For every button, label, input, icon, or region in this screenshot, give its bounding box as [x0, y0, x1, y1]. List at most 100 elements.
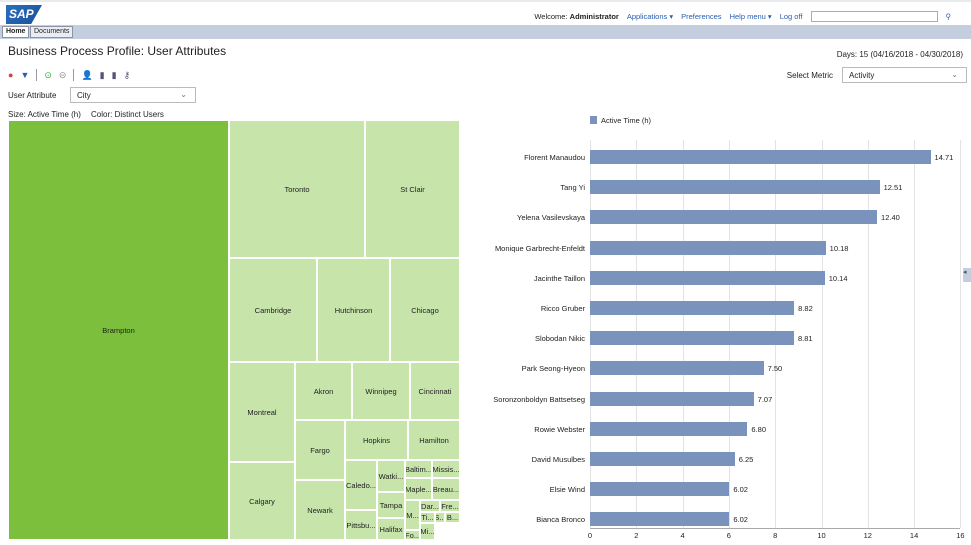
bar[interactable]	[590, 331, 794, 346]
data-label: 14.71	[934, 153, 954, 162]
bar[interactable]	[590, 391, 754, 406]
sap-logo: SAP	[6, 5, 42, 24]
documents-icon[interactable]: ▮	[100, 70, 105, 81]
treemap-cell[interactable]: Fre...	[440, 500, 460, 512]
treemap-cell[interactable]: Watki...	[377, 460, 405, 492]
document-icon[interactable]: ▮	[112, 70, 117, 81]
treemap-cell[interactable]: Mi...	[420, 523, 435, 540]
user-attribute-value: City	[77, 91, 91, 100]
bar[interactable]	[590, 270, 825, 285]
search-icon[interactable]: ⚲	[946, 12, 952, 21]
users-icon[interactable]: 👤	[81, 70, 92, 81]
search-input[interactable]	[810, 11, 938, 22]
data-label: 6.02	[733, 485, 748, 495]
treemap-cell[interactable]: S...	[435, 512, 445, 523]
treemap-cell[interactable]: Brampton	[8, 120, 229, 540]
bar[interactable]	[590, 452, 735, 466]
treemap-cell[interactable]: Hopkins	[345, 420, 408, 460]
header-links: Welcome: Administrator Applications ▾ Pr…	[534, 11, 951, 22]
bar[interactable]	[590, 361, 764, 376]
treemap-cell[interactable]: Montreal	[229, 362, 295, 462]
x-tick-label: 4	[680, 531, 685, 540]
gridline	[867, 140, 869, 528]
category-label: David Musulbes	[531, 455, 585, 464]
key-icon[interactable]: ⚷	[124, 70, 131, 81]
treemap-cell[interactable]: Chicago	[390, 258, 460, 362]
top-header: SAP Welcome: Administrator Applications …	[0, 0, 971, 25]
treemap-cell[interactable]: B...	[445, 512, 460, 523]
treemap-cell[interactable]: Fargo	[295, 420, 345, 480]
treemap-cell[interactable]: Halifax	[377, 518, 405, 540]
data-label: 12.51	[883, 183, 903, 193]
bar[interactable]	[590, 180, 880, 195]
cancel-icon[interactable]: ⊝	[59, 70, 67, 81]
separator	[36, 69, 38, 81]
x-tick-label: 14	[909, 531, 919, 540]
chevron-down-icon: ⌄	[180, 90, 187, 99]
treemap-cell[interactable]: St Clair	[365, 120, 460, 258]
x-tick-label: 0	[587, 531, 593, 540]
user-attribute-dropdown[interactable]: City ⌄	[70, 87, 196, 103]
treemap-cell[interactable]: Fo...	[405, 530, 420, 540]
treemap-cell[interactable]: Missis...	[432, 460, 460, 478]
data-label: 7.50	[767, 364, 783, 374]
collapse-panel-handle[interactable]: ◂	[963, 268, 971, 282]
category-label: Elsie Wind	[549, 485, 585, 495]
user-attribute-label: User Attribute	[8, 91, 57, 100]
data-label: 6.25	[738, 455, 754, 464]
treemap-cell[interactable]: Hutchinson	[317, 258, 390, 362]
bar[interactable]	[590, 421, 748, 436]
data-label: 10.18	[829, 243, 849, 253]
treemap-cell[interactable]: Baltim...	[405, 460, 432, 478]
welcome-label: Welcome:	[534, 12, 568, 21]
treemap-cell[interactable]: Akron	[295, 362, 352, 420]
bar[interactable]	[590, 210, 878, 225]
help-menu[interactable]: Help menu ▾	[730, 12, 772, 21]
treemap-cell[interactable]: Toronto	[229, 120, 365, 258]
applications-menu[interactable]: Applications ▾	[627, 12, 673, 21]
filter-icon[interactable]: ▼	[20, 70, 29, 80]
data-label: 6.80	[751, 424, 767, 434]
category-label: Ricco Gruber	[540, 304, 585, 313]
globe-icon[interactable]: ●	[8, 70, 13, 80]
bar[interactable]	[590, 512, 730, 527]
tab-documents[interactable]: Documents	[30, 26, 74, 38]
category-label: Park Seong-Hyeon	[521, 364, 585, 374]
treemap-cell[interactable]: Caledo...	[345, 460, 377, 510]
bar[interactable]	[590, 482, 730, 497]
bar[interactable]	[590, 301, 795, 315]
tab-home[interactable]: Home	[2, 26, 30, 38]
treemap-color-label: Color: Distinct Users	[91, 110, 164, 119]
category-label: Slobodan Nikic	[534, 334, 585, 344]
play-icon[interactable]: ⊙	[44, 70, 52, 81]
treemap-cell[interactable]: Ti...	[420, 512, 435, 523]
treemap-cell[interactable]: Cambridge	[229, 258, 317, 362]
category-label: Yelena Vasilevskaya	[517, 213, 585, 223]
treemap-cell[interactable]: Cincinnati	[410, 362, 460, 420]
page-title: Business Process Profile: User Attribute…	[8, 44, 227, 58]
treemap-cell[interactable]: M...	[405, 500, 420, 530]
treemap-cell[interactable]: Pittsbu...	[345, 510, 377, 540]
treemap-cell[interactable]: Calgary	[229, 462, 295, 540]
treemap-cell[interactable]: Dar...	[420, 500, 440, 512]
bar[interactable]	[590, 150, 931, 164]
log-off-link[interactable]: Log off	[780, 12, 803, 21]
bar[interactable]	[590, 240, 826, 255]
x-tick-label: 16	[956, 531, 965, 540]
treemap-cell[interactable]: Tampa	[377, 492, 405, 518]
treemap-size-label: Size: Active Time (h)	[8, 110, 81, 119]
separator	[73, 69, 75, 81]
treemap-cell[interactable]: Winnipeg	[352, 362, 410, 420]
category-label: Tang Yi	[560, 183, 585, 193]
preferences-link[interactable]: Preferences	[681, 12, 721, 21]
x-tick-label: 10	[817, 531, 826, 540]
tab-bar: Home Documents	[0, 25, 971, 39]
data-label: 6.02	[733, 515, 748, 525]
data-label: 10.14	[828, 273, 848, 283]
treemap-cell[interactable]: Maple...	[405, 478, 432, 500]
treemap-cell[interactable]: Breau...	[432, 478, 460, 500]
select-metric-dropdown[interactable]: Activity ⌄	[842, 67, 967, 83]
treemap-cell[interactable]: Newark	[295, 480, 345, 540]
treemap-cell[interactable]: Hamilton	[408, 420, 460, 460]
x-tick-label: 12	[863, 531, 872, 540]
